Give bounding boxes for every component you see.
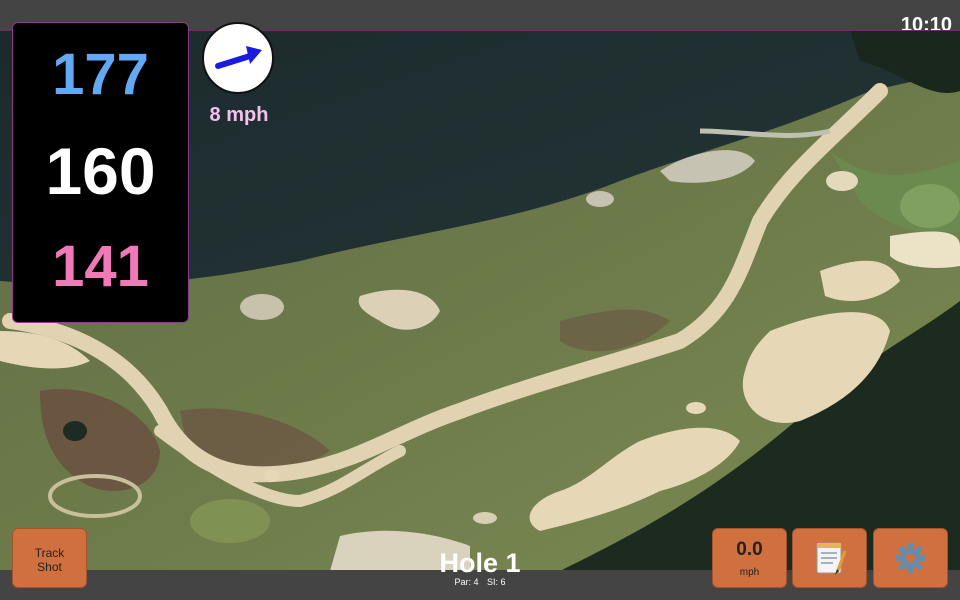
par-label: Par: 4 bbox=[454, 577, 479, 587]
track-shot-label-line1: Track bbox=[34, 546, 65, 560]
notes-button[interactable] bbox=[792, 528, 867, 588]
back-distance: 177 bbox=[52, 42, 149, 107]
si-label: SI: 6 bbox=[487, 577, 506, 587]
front-distance: 141 bbox=[52, 234, 149, 299]
notepad-icon bbox=[816, 542, 847, 575]
hole-title: Hole 1 bbox=[439, 548, 521, 578]
wind-arrow-icon bbox=[215, 46, 262, 69]
middle-distance: 160 bbox=[45, 134, 156, 208]
settings-button[interactable] bbox=[873, 528, 948, 588]
distance-panel: 177 160 141 bbox=[12, 22, 189, 323]
track-shot-label-line2: Shot bbox=[37, 560, 62, 574]
wind-speed: 8 mph bbox=[209, 104, 269, 126]
wind-indicator bbox=[202, 22, 274, 94]
gear-icon bbox=[895, 543, 926, 573]
speed-value: 0.0 bbox=[736, 539, 763, 560]
track-shot-button[interactable]: Track Shot bbox=[12, 528, 87, 588]
speed-unit: mph bbox=[739, 567, 760, 578]
speed-button[interactable]: 0.0 mph bbox=[712, 528, 787, 588]
hole-meta: Par: 4 SI: 6 bbox=[380, 577, 580, 587]
